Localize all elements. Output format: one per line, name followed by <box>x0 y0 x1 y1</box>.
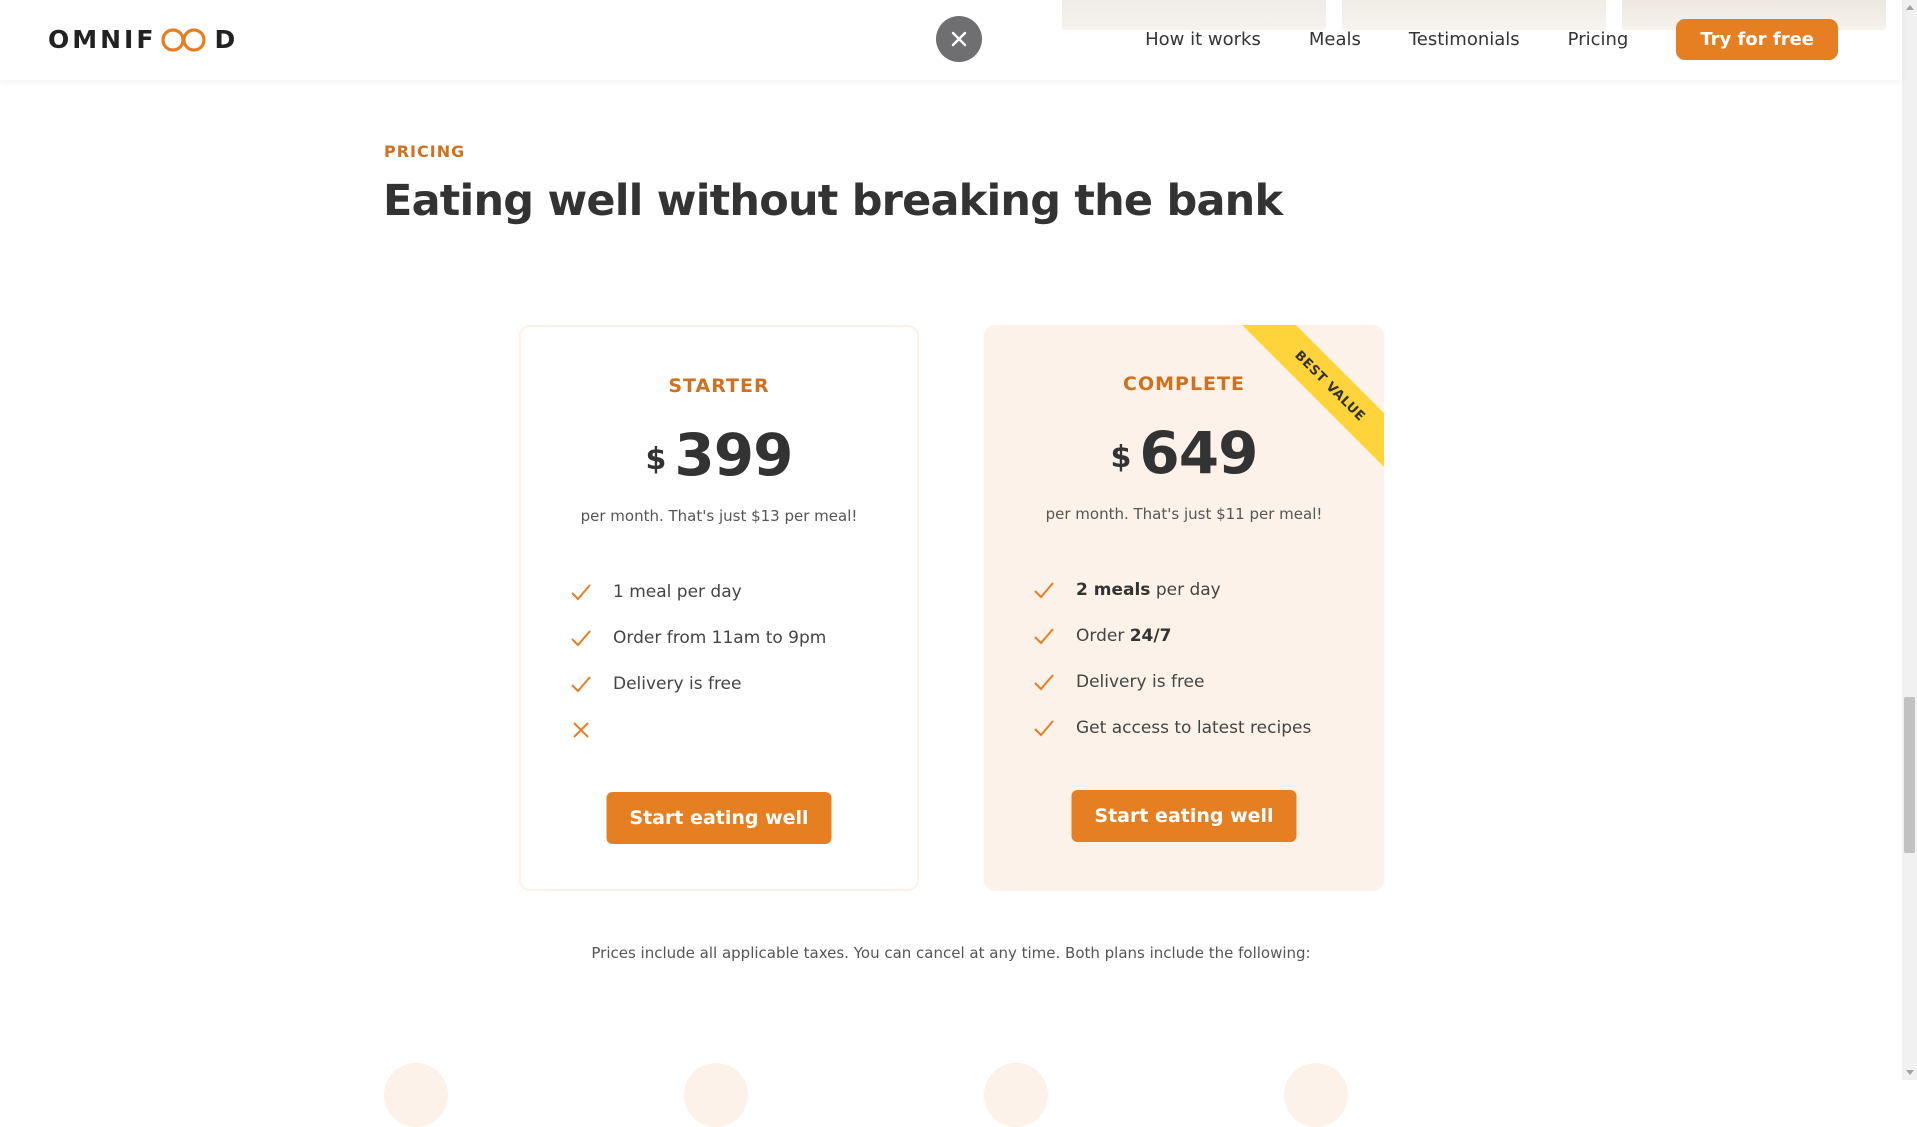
plan-price: $649 <box>984 419 1384 487</box>
price-currency: $ <box>645 442 667 477</box>
logo-text-start: OMNIF <box>48 25 157 54</box>
plan-price: $399 <box>521 421 917 489</box>
feature-item <box>569 707 893 753</box>
feature-item: 1 meal per day <box>569 569 893 615</box>
feature-item: Delivery is free <box>1032 659 1360 705</box>
cross-icon <box>573 722 589 738</box>
feature-item: 2 meals per day <box>1032 567 1360 613</box>
feature-text: Order from 11am to 9pm <box>613 628 827 648</box>
feature-icon-circle <box>1284 1063 1348 1127</box>
price-note: per month. That's just $13 per meal! <box>580 507 858 525</box>
nav-link-testimonials[interactable]: Testimonials <box>1409 29 1520 50</box>
feature-text-bold: 24/7 <box>1129 626 1172 646</box>
price-currency: $ <box>1110 440 1132 475</box>
checkmark-icon <box>571 630 591 647</box>
checkmark-icon <box>571 584 591 601</box>
nav-link-meals[interactable]: Meals <box>1309 29 1361 50</box>
feature-text: Delivery is free <box>1076 672 1205 692</box>
scrollbar-thumb[interactable] <box>1904 697 1915 853</box>
page-scrollbar[interactable] <box>1902 0 1917 1080</box>
scroll-up-arrow-icon[interactable] <box>1906 5 1914 10</box>
logo-text-end: D <box>214 25 239 54</box>
feature-list: 2 meals per day Order 24/7 Delivery is f… <box>1032 567 1360 751</box>
try-for-free-button[interactable]: Try for free <box>1676 19 1838 60</box>
pricing-card-starter: STARTER $399 per month. That's just $13 … <box>519 325 919 891</box>
feature-text: Delivery is free <box>613 674 742 694</box>
checkmark-icon <box>1034 720 1054 737</box>
site-header: OMNIF D How it works Meals Testimonials … <box>0 0 1902 80</box>
feature-item: Order 24/7 <box>1032 613 1360 659</box>
checkmark-icon <box>1034 674 1054 691</box>
feature-icon-circle <box>684 1063 748 1127</box>
feature-text: Get access to latest recipes <box>1076 718 1312 738</box>
start-eating-well-button[interactable]: Start eating well <box>1071 790 1297 842</box>
checkmark-icon <box>571 676 591 693</box>
feature-list: 1 meal per day Order from 11am to 9pm De… <box>569 569 893 753</box>
main-nav: How it works Meals Testimonials Pricing … <box>1097 19 1838 60</box>
price-note: per month. That's just $11 per meal! <box>1045 505 1323 523</box>
feature-text: 1 meal per day <box>613 582 742 602</box>
nav-link-how-it-works[interactable]: How it works <box>1145 29 1261 50</box>
section-heading: Eating well without breaking the bank <box>383 176 1283 226</box>
checkmark-icon <box>1034 582 1054 599</box>
feature-icon-circle <box>984 1063 1048 1127</box>
feature-item: Get access to latest recipes <box>1032 705 1360 751</box>
pricing-footnote: Prices include all applicable taxes. You… <box>591 944 1311 962</box>
scroll-down-arrow-icon[interactable] <box>1906 1070 1914 1075</box>
pricing-card-complete: BEST VALUE COMPLETE $649 per month. That… <box>984 325 1384 891</box>
feature-icon-circle <box>384 1063 448 1127</box>
plan-name: STARTER <box>668 375 770 397</box>
price-amount: 399 <box>674 421 793 489</box>
feature-text-rest: per day <box>1150 580 1221 600</box>
nav-link-pricing[interactable]: Pricing <box>1568 29 1629 50</box>
close-icon <box>951 31 967 47</box>
feature-text: Order 24/7 <box>1076 626 1171 646</box>
checkmark-icon <box>1034 628 1054 645</box>
feature-item: Order from 11am to 9pm <box>569 615 893 661</box>
close-button[interactable] <box>936 16 982 62</box>
start-eating-well-button[interactable]: Start eating well <box>606 792 832 844</box>
section-subheading: PRICING <box>384 142 466 161</box>
feature-item: Delivery is free <box>569 661 893 707</box>
price-amount: 649 <box>1139 419 1258 487</box>
infinity-logo-icon <box>161 27 207 52</box>
plan-name: COMPLETE <box>1123 373 1245 395</box>
feature-text-rest: Order <box>1076 626 1130 646</box>
feature-text-bold: 2 meals <box>1076 580 1151 600</box>
omnifood-logo[interactable]: OMNIF D <box>48 25 238 54</box>
feature-text: 2 meals per day <box>1076 580 1221 600</box>
